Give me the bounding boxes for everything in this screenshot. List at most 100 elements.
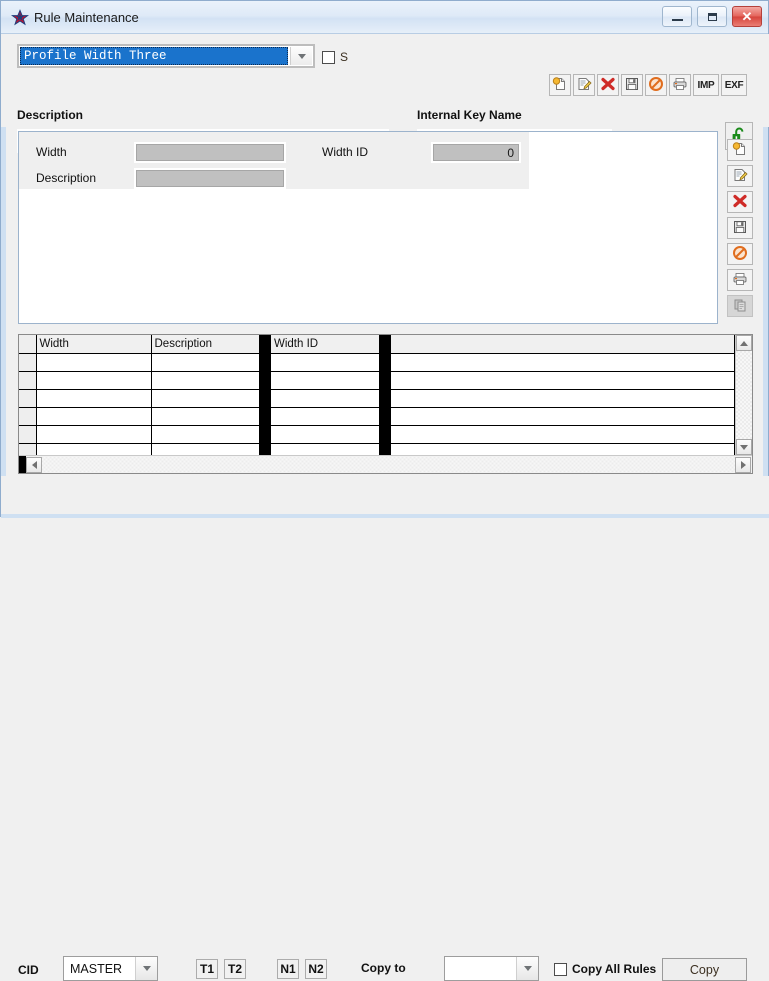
table-row[interactable] <box>19 389 735 408</box>
close-button[interactable]: ✕ <box>732 6 762 27</box>
printer-icon <box>672 76 688 95</box>
row-selector-cell[interactable] <box>19 389 37 408</box>
row-selector-header <box>19 335 37 354</box>
n2-button[interactable]: N2 <box>305 959 327 979</box>
cancel-button[interactable] <box>645 74 667 96</box>
detail-new-button[interactable] <box>727 139 753 161</box>
cell-width[interactable] <box>36 353 152 372</box>
row-selector-cell[interactable] <box>19 407 37 426</box>
export-button[interactable]: EXF <box>721 74 747 96</box>
width-input[interactable] <box>134 142 286 163</box>
cell-width-id[interactable] <box>271 425 380 444</box>
scroll-down-icon[interactable] <box>736 439 752 455</box>
edit-pencil-icon <box>732 167 748 186</box>
grid-col-filler <box>391 335 735 354</box>
cell-collapsed-2 <box>379 425 391 444</box>
s-checkbox[interactable] <box>322 50 335 64</box>
s-checkbox-group[interactable]: S <box>322 48 382 66</box>
detail-edit-button[interactable] <box>727 165 753 187</box>
header-zone: Profile Width Three S Description Profil… <box>1 34 769 153</box>
cell-width[interactable] <box>36 425 152 444</box>
cell-width[interactable] <box>36 371 152 390</box>
cell-filler <box>391 389 735 408</box>
chevron-down-icon[interactable] <box>135 957 157 980</box>
detail-delete-button[interactable] <box>727 191 753 213</box>
scroll-right-icon[interactable] <box>735 457 751 473</box>
grid-col-width[interactable]: Width <box>36 335 152 354</box>
detail-panel: Width Description Width ID 0 <box>18 131 718 324</box>
cell-description[interactable] <box>151 407 260 426</box>
grid-table: Width Description Width ID <box>19 335 735 455</box>
detail-save-button[interactable] <box>727 217 753 239</box>
row-selector-cell[interactable] <box>19 371 37 390</box>
cell-width-id[interactable] <box>271 407 380 426</box>
row-selector-cell[interactable] <box>19 353 37 372</box>
cell-collapsed-2 <box>379 407 391 426</box>
minimize-button[interactable] <box>662 6 692 27</box>
import-button[interactable]: IMP <box>693 74 719 96</box>
rule-combo[interactable]: Profile Width Three <box>17 44 315 68</box>
width-id-input[interactable]: 0 <box>431 142 521 163</box>
cell-filler <box>391 407 735 426</box>
maximize-button[interactable] <box>697 6 727 27</box>
cid-select[interactable]: MASTER <box>63 956 158 981</box>
edit-button[interactable] <box>573 74 595 96</box>
cell-filler <box>391 353 735 372</box>
row-selector-cell[interactable] <box>19 443 37 455</box>
minimize-icon <box>672 19 683 21</box>
cell-description[interactable] <box>151 425 260 444</box>
copy-all-rules-label: Copy All Rules <box>572 962 657 976</box>
rules-grid[interactable]: Width Description Width ID <box>18 334 753 474</box>
cell-filler <box>391 425 735 444</box>
row-selector-cell[interactable] <box>19 425 37 444</box>
copy-to-select[interactable] <box>444 956 539 981</box>
table-row[interactable] <box>19 407 735 426</box>
n1-button[interactable]: N1 <box>277 959 299 979</box>
save-button[interactable] <box>621 74 643 96</box>
t1-button[interactable]: T1 <box>196 959 218 979</box>
cell-width-id[interactable] <box>271 353 380 372</box>
window-title: Rule Maintenance <box>34 10 139 25</box>
table-row[interactable] <box>19 425 735 444</box>
scroll-up-icon[interactable] <box>736 335 752 351</box>
grid-col-width-id[interactable]: Width ID <box>271 335 380 354</box>
cell-filler <box>391 443 735 455</box>
cell-description[interactable] <box>151 389 260 408</box>
table-row[interactable] <box>19 353 735 372</box>
chevron-down-icon[interactable] <box>516 957 538 980</box>
grid-col-description[interactable]: Description <box>151 335 260 354</box>
maximize-icon <box>708 13 717 21</box>
copy-all-rules-checkbox[interactable] <box>554 962 567 976</box>
grid-vertical-scrollbar[interactable] <box>735 335 752 455</box>
t2-button[interactable]: T2 <box>224 959 246 979</box>
cell-description[interactable] <box>151 371 260 390</box>
cell-collapsed-2 <box>379 443 391 455</box>
copy-all-rules-group[interactable]: Copy All Rules <box>554 962 656 976</box>
cell-description[interactable] <box>151 443 260 455</box>
printer-icon <box>732 271 748 290</box>
cell-width[interactable] <box>36 407 152 426</box>
detail-print-button[interactable] <box>727 269 753 291</box>
print-button[interactable] <box>669 74 691 96</box>
cell-width-id[interactable] <box>271 443 380 455</box>
cell-filler <box>391 371 735 390</box>
scroll-left-icon[interactable] <box>26 457 42 473</box>
cell-width-id[interactable] <box>271 389 380 408</box>
cell-width-id[interactable] <box>271 371 380 390</box>
table-row[interactable] <box>19 371 735 390</box>
delete-button[interactable] <box>597 74 619 96</box>
detail-cancel-button[interactable] <box>727 243 753 265</box>
new-button[interactable] <box>549 74 571 96</box>
cell-width[interactable] <box>36 389 152 408</box>
copy-button[interactable]: Copy <box>662 958 747 981</box>
width-label: Width <box>36 145 67 159</box>
cell-description[interactable] <box>151 353 260 372</box>
close-icon: ✕ <box>741 9 753 24</box>
panel-description-input[interactable] <box>134 168 286 189</box>
detail-copy-button <box>727 295 753 317</box>
table-row[interactable] <box>19 443 735 455</box>
grid-horizontal-scrollbar[interactable] <box>19 455 752 473</box>
cell-width[interactable] <box>36 443 152 455</box>
footer-bar: CID MASTER T1 T2 N1 N2 Copy to Copy All … <box>1 476 769 981</box>
chevron-down-icon[interactable] <box>290 47 312 65</box>
